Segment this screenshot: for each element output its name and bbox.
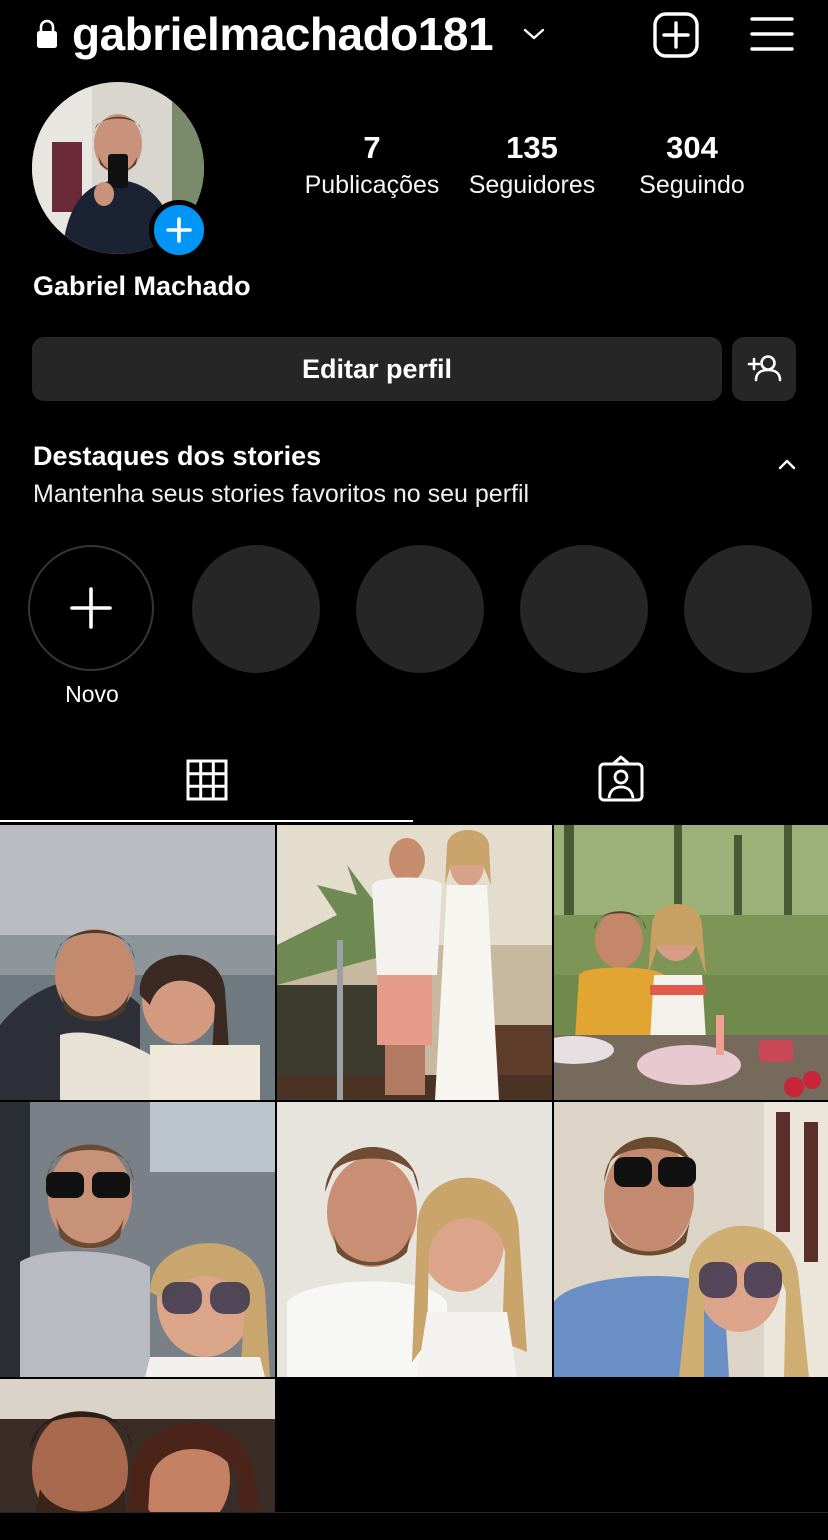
- tab-posts-grid[interactable]: [0, 740, 413, 822]
- post-thumbnail[interactable]: [554, 1102, 828, 1377]
- grid-icon: [186, 759, 228, 801]
- highlights-subtitle: Mantenha seus stories favoritos no seu p…: [33, 480, 530, 508]
- post-thumbnail[interactable]: [0, 1379, 275, 1512]
- post-thumbnail[interactable]: [0, 1102, 275, 1377]
- add-person-icon: [747, 355, 782, 382]
- followers-label: Seguidores: [468, 171, 596, 199]
- chevron-down-icon[interactable]: [522, 22, 546, 46]
- post-thumbnail[interactable]: [554, 825, 828, 1100]
- followers-count: 135: [506, 130, 558, 165]
- account-username[interactable]: gabrielmachado181: [72, 6, 494, 62]
- stat-posts[interactable]: 7 Publicações: [300, 128, 444, 202]
- highlights-title: Destaques dos stories: [33, 441, 322, 471]
- following-count: 304: [666, 130, 718, 165]
- hamburger-menu-icon[interactable]: [750, 14, 794, 54]
- stat-followers[interactable]: 135 Seguidores: [458, 128, 606, 202]
- add-story-button[interactable]: [149, 200, 209, 260]
- highlight-placeholder: [520, 545, 648, 673]
- posts-label: Publicações: [304, 171, 440, 199]
- highlight-placeholder: [684, 545, 812, 673]
- display-name: Gabriel Machado: [33, 271, 251, 301]
- post-thumbnail[interactable]: [0, 825, 275, 1100]
- edit-profile-button[interactable]: Editar perfil: [32, 337, 722, 401]
- post-thumbnail[interactable]: [277, 825, 552, 1100]
- person-tag-icon: [598, 755, 644, 802]
- new-highlight-label: Novo: [65, 681, 119, 707]
- plus-icon: [70, 587, 112, 629]
- new-post-icon[interactable]: [652, 11, 700, 59]
- discover-people-button[interactable]: [732, 337, 796, 401]
- tab-tagged[interactable]: [414, 740, 827, 822]
- bottom-nav-divider: [0, 1512, 828, 1513]
- highlight-placeholder: [356, 545, 484, 673]
- chevron-up-icon[interactable]: [774, 452, 800, 476]
- new-highlight-button[interactable]: [28, 545, 154, 671]
- posts-count: 7: [363, 130, 381, 165]
- stat-following[interactable]: 304 Seguindo: [626, 128, 758, 202]
- top-bar: gabrielmachado181: [0, 0, 828, 70]
- active-tab-indicator: [0, 820, 413, 822]
- post-thumbnail[interactable]: [277, 1102, 552, 1377]
- highlight-placeholder: [192, 545, 320, 673]
- lock-icon: [37, 19, 57, 48]
- following-label: Seguindo: [639, 171, 745, 199]
